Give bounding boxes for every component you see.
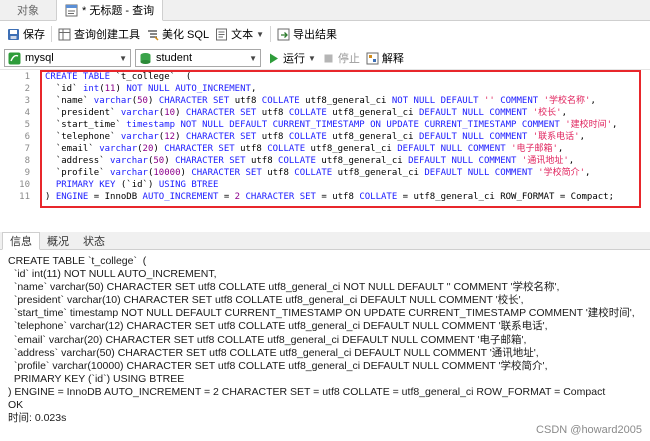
line-number: 5: [24, 120, 30, 130]
tab-objects[interactable]: 对象: [0, 0, 56, 20]
beautify-sql-button[interactable]: 美化 SQL: [143, 24, 212, 44]
info-line: `name` varchar(50) CHARACTER SET utf8 CO…: [8, 281, 560, 294]
info-line: `start_time` timestamp NOT NULL DEFAULT …: [8, 307, 635, 320]
text-dropdown-button[interactable]: 文本 ▼: [212, 24, 267, 44]
tab-query[interactable]: * 无标题 - 查询: [56, 0, 164, 21]
export-icon: [277, 28, 290, 41]
line-number: 3: [24, 96, 30, 106]
mysql-connection-icon: [8, 52, 21, 65]
chevron-down-icon: ▼: [256, 29, 264, 39]
main-toolbar: 保存 查询创建工具 美化 SQL 文本 ▼ 导出结果: [0, 22, 650, 46]
tab-query-label: * 无标题 - 查询: [82, 5, 155, 17]
line-number: 11: [19, 192, 30, 202]
chevron-down-icon: ▼: [308, 53, 316, 63]
line-number: 10: [19, 180, 30, 190]
query-builder-button[interactable]: 查询创建工具: [55, 24, 143, 44]
info-line: `address` varchar(50) CHARACTER SET utf8…: [8, 346, 539, 359]
database-icon: [139, 52, 152, 65]
database-value: student: [156, 52, 193, 64]
info-line: PRIMARY KEY (`id`) USING BTREE: [8, 372, 185, 385]
save-button[interactable]: 保存: [4, 24, 48, 44]
play-icon: [267, 52, 280, 65]
info-line: `telephone` varchar(12) CHARACTER SET ut…: [8, 320, 548, 333]
info-line: `email` varchar(20) CHARACTER SET utf8 C…: [8, 333, 527, 346]
chevron-down-icon: ▼: [249, 53, 257, 63]
explain-label: 解释: [381, 53, 404, 65]
chevron-down-icon: ▼: [119, 53, 127, 63]
query-icon: [65, 4, 78, 17]
connection-value: mysql: [25, 52, 54, 64]
beautify-label: 美化 SQL: [162, 29, 210, 41]
line-number: 1: [24, 72, 30, 82]
query-builder-icon: [58, 28, 71, 41]
text-icon: [215, 28, 228, 41]
toolbar-divider: [270, 26, 271, 42]
info-line: ) ENGINE = InnoDB AUTO_INCREMENT = 2 CHA…: [8, 385, 606, 398]
database-select[interactable]: student ▼: [135, 49, 261, 67]
info-line: CREATE TABLE `t_college` (: [8, 255, 147, 267]
connection-toolbar: mysql ▼ student ▼ 运行 ▼ 停止 解释: [0, 47, 650, 69]
save-label: 保存: [23, 29, 45, 41]
tab-info[interactable]: 信息: [2, 232, 40, 250]
watermark: CSDN @howard2005: [536, 424, 642, 436]
line-number: 9: [24, 168, 30, 178]
line-number: 4: [24, 108, 30, 118]
line-number: 7: [24, 144, 30, 154]
save-icon: [7, 28, 20, 41]
run-button[interactable]: 运行 ▼: [267, 50, 316, 66]
connection-select[interactable]: mysql ▼: [4, 49, 131, 67]
info-line: `president` varchar(10) CHARACTER SET ut…: [8, 294, 524, 307]
export-label: 导出结果: [293, 29, 337, 41]
info-status: OK: [8, 399, 24, 412]
line-number: 8: [24, 156, 30, 166]
query-builder-label: 查询创建工具: [74, 29, 140, 41]
result-tabs: 信息 概况 状态: [0, 232, 650, 250]
tab-objects-label: 对象: [17, 4, 39, 17]
tab-bar: 对象 * 无标题 - 查询: [0, 0, 650, 21]
stop-icon: [322, 52, 335, 65]
toolbar-divider: [51, 26, 52, 42]
highlight-box: [40, 70, 641, 208]
export-results-button[interactable]: 导出结果: [274, 24, 340, 44]
run-label: 运行: [283, 53, 305, 65]
tab-profile[interactable]: 概况: [40, 232, 76, 249]
stop-label: 停止: [337, 53, 360, 65]
stop-button[interactable]: 停止: [322, 50, 360, 66]
beautify-icon: [146, 28, 159, 41]
explain-button[interactable]: 解释: [366, 50, 404, 66]
sql-editor[interactable]: 1 CREATE TABLE `t_college` ( 2 `id` int(1…: [0, 69, 650, 229]
info-output: CREATE TABLE `t_college` ( `id` int(11) …: [0, 251, 650, 441]
tab-status-label: 状态: [83, 235, 105, 248]
info-line: `profile` varchar(10000) CHARACTER SET u…: [8, 359, 548, 372]
tab-info-label: 信息: [10, 236, 32, 248]
tab-status[interactable]: 状态: [76, 232, 112, 249]
line-number: 2: [24, 84, 30, 94]
text-label: 文本: [231, 29, 254, 41]
info-line: `id` int(11) NOT NULL AUTO_INCREMENT,: [8, 268, 217, 281]
line-number: 6: [24, 132, 30, 142]
tab-profile-label: 概况: [47, 235, 69, 248]
explain-icon: [366, 52, 379, 65]
